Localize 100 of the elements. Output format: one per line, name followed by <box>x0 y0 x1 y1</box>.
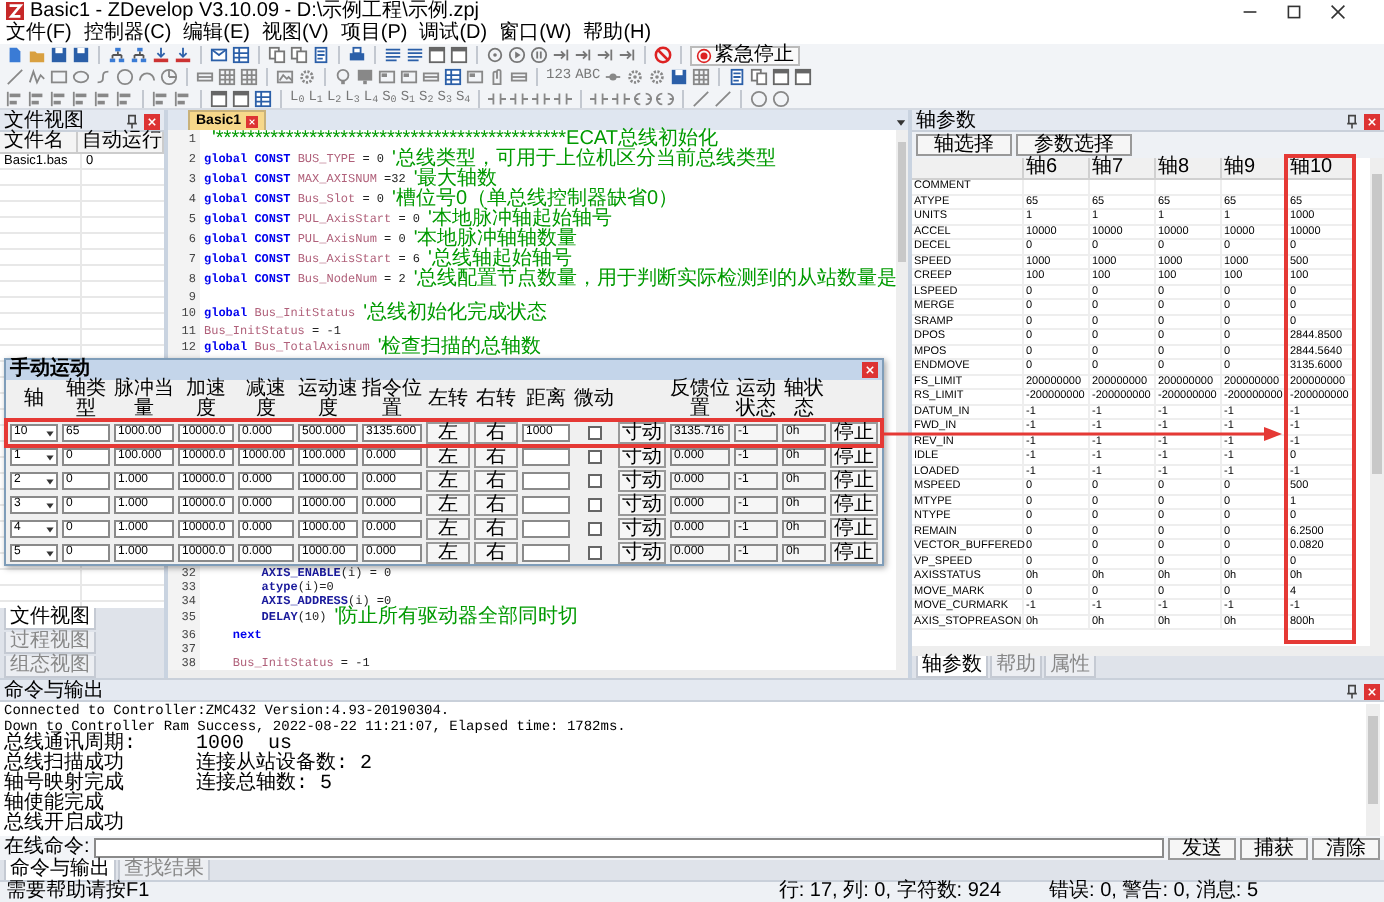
contact-icon[interactable] <box>510 90 529 108</box>
contact-icon[interactable] <box>554 90 573 108</box>
coil-icon[interactable] <box>634 90 653 108</box>
panel-icon[interactable] <box>466 68 484 86</box>
forbidden-icon[interactable] <box>654 46 672 64</box>
list-icon[interactable] <box>406 46 424 64</box>
right-button[interactable]: 右 <box>474 470 518 492</box>
left-button[interactable]: 左 <box>426 518 470 540</box>
bulb-icon[interactable] <box>334 68 352 86</box>
contact-icon[interactable] <box>612 90 631 108</box>
ellipse-icon[interactable] <box>72 68 90 86</box>
network-icon[interactable] <box>108 46 126 64</box>
align-icon[interactable] <box>152 90 170 108</box>
tab[interactable]: 文件视图 <box>4 608 96 630</box>
menu-item[interactable]: 窗口(W) <box>499 22 572 44</box>
image-icon[interactable] <box>276 68 294 86</box>
command-input[interactable] <box>93 838 1164 858</box>
save-icon[interactable] <box>670 68 689 86</box>
contact-icon[interactable] <box>590 90 609 108</box>
stop-button[interactable]: 停止 <box>830 470 878 492</box>
save-icon[interactable] <box>50 46 68 64</box>
menu-item[interactable]: 调试(D) <box>419 22 488 44</box>
scrollbar[interactable] <box>912 646 1384 656</box>
input-field[interactable] <box>522 472 570 490</box>
select-button[interactable]: 参数选择 <box>1016 134 1132 156</box>
window-icon[interactable] <box>210 90 228 108</box>
save-icon[interactable] <box>72 46 90 64</box>
checkbox[interactable] <box>587 450 601 464</box>
checkbox[interactable] <box>587 474 601 488</box>
window-icon[interactable] <box>232 90 250 108</box>
stop-button[interactable]: 停止 <box>830 494 878 516</box>
page-icon[interactable] <box>312 46 330 64</box>
right-button[interactable]: 右 <box>474 446 518 468</box>
circle-icon[interactable] <box>750 90 769 108</box>
network-icon[interactable] <box>130 46 148 64</box>
pie-icon[interactable] <box>160 68 178 86</box>
stop-button[interactable]: 停止 <box>830 518 878 540</box>
scrollbar[interactable] <box>896 130 908 670</box>
bar-icon[interactable] <box>510 68 528 86</box>
tab[interactable]: 命令与输出 <box>4 860 116 880</box>
align-icon[interactable] <box>6 90 24 108</box>
download-icon[interactable] <box>152 46 170 64</box>
window-icon[interactable] <box>428 46 446 64</box>
curve-icon[interactable] <box>94 68 112 86</box>
copy-icon[interactable] <box>750 68 769 86</box>
stop-button[interactable]: 停止 <box>830 542 878 564</box>
left-button[interactable]: 左 <box>426 446 470 468</box>
printer-icon[interactable] <box>348 46 366 64</box>
window-icon[interactable] <box>772 68 791 86</box>
circle-icon[interactable] <box>772 90 791 108</box>
input-field[interactable] <box>522 544 570 562</box>
circle-icon[interactable] <box>116 68 134 86</box>
menu-item[interactable]: 项目(P) <box>340 22 408 44</box>
align-icon[interactable] <box>94 90 112 108</box>
right-button[interactable]: 右 <box>474 494 518 516</box>
monitor-icon[interactable] <box>356 68 374 86</box>
window-icon[interactable] <box>450 46 468 64</box>
page-icon[interactable] <box>728 68 747 86</box>
input-field[interactable] <box>522 496 570 514</box>
menu-item[interactable]: 视图(V) <box>262 22 329 44</box>
align-icon[interactable] <box>28 90 46 108</box>
jog-button[interactable]: 寸动 <box>618 446 666 468</box>
panel-icon[interactable] <box>378 68 396 86</box>
coil-icon[interactable] <box>656 90 675 108</box>
scrollbar[interactable] <box>1366 704 1380 836</box>
table-icon[interactable] <box>692 68 711 86</box>
rectangle-icon[interactable] <box>50 68 68 86</box>
target-icon[interactable] <box>486 46 504 64</box>
input-field[interactable] <box>522 520 570 538</box>
line-icon[interactable] <box>692 90 711 108</box>
jog-button[interactable]: 寸动 <box>618 542 666 564</box>
bar-icon[interactable] <box>196 68 214 86</box>
download-icon[interactable] <box>174 46 192 64</box>
step-icon[interactable] <box>596 46 614 64</box>
left-button[interactable]: 左 <box>426 470 470 492</box>
window-icon[interactable] <box>794 68 813 86</box>
jog-button[interactable]: 寸动 <box>618 494 666 516</box>
pause-icon[interactable] <box>530 46 548 64</box>
align-icon[interactable] <box>72 90 90 108</box>
checkbox[interactable] <box>587 546 601 560</box>
left-button[interactable]: 左 <box>426 542 470 564</box>
line-icon[interactable] <box>714 90 733 108</box>
right-button[interactable]: 右 <box>474 422 518 444</box>
slider-icon[interactable] <box>604 68 623 86</box>
mail-icon[interactable] <box>210 46 228 64</box>
pin-icon[interactable] <box>1344 683 1360 699</box>
left-button[interactable]: 左 <box>426 494 470 516</box>
align-icon[interactable] <box>50 90 68 108</box>
capture-button[interactable]: 捕获 <box>1240 837 1308 859</box>
pin-icon[interactable] <box>124 113 140 129</box>
stop-button[interactable]: 停止 <box>830 422 878 444</box>
checkbox[interactable] <box>587 426 601 440</box>
select-button[interactable]: 轴选择 <box>916 134 1012 156</box>
menu-item[interactable]: 帮助(H) <box>583 22 652 44</box>
jog-button[interactable]: 寸动 <box>618 518 666 540</box>
scrollbar[interactable] <box>1370 158 1384 646</box>
line-icon[interactable] <box>6 68 24 86</box>
table-icon[interactable] <box>240 68 258 86</box>
jog-button[interactable]: 寸动 <box>618 422 666 444</box>
contact-icon[interactable] <box>488 90 507 108</box>
